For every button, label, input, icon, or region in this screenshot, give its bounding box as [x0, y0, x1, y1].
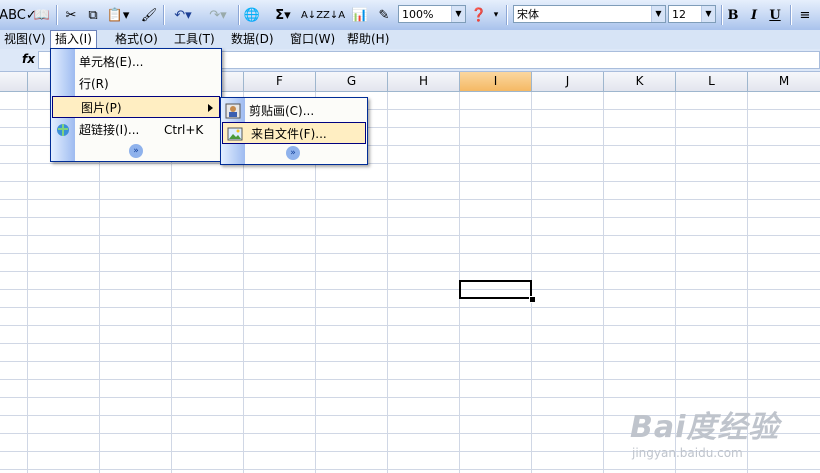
font-size-combo[interactable]: 12 ▼: [668, 5, 716, 23]
menu-item-picture[interactable]: 图片(P): [52, 96, 220, 118]
underline-button[interactable]: U: [766, 5, 784, 25]
chevron-down-icon[interactable]: ▼: [451, 6, 465, 22]
standard-toolbar: ABC✓ 📖 ✂ ⧉ 📋▾ 🖌 ↶▾ ↷▾ 🌐 Σ ▾ A↓Z Z↓A 📊 ✎ 1…: [0, 0, 820, 31]
select-all-corner[interactable]: [0, 72, 28, 91]
menu-tools[interactable]: 工具(T): [170, 31, 219, 48]
menu-format[interactable]: 格式(O): [111, 31, 162, 48]
menu-item-cells[interactable]: 单元格(E)...: [51, 51, 221, 73]
sort-ascending-icon[interactable]: A↓Z: [301, 5, 323, 25]
chevron-down-icon[interactable]: ▼: [701, 6, 715, 22]
menu-item-rows[interactable]: 行(R): [51, 73, 221, 95]
shortcut-label: Ctrl+K: [164, 123, 204, 137]
column-header-k[interactable]: K: [604, 72, 676, 91]
bold-button[interactable]: B: [724, 5, 742, 25]
menu-data[interactable]: 数据(D): [227, 31, 278, 48]
hyperlink-globe-icon: [55, 122, 71, 138]
align-left-icon[interactable]: ≡: [796, 5, 814, 25]
column-header-i[interactable]: I: [460, 72, 532, 91]
picture-submenu: 剪贴画(C)... 来自文件(F)... »: [220, 97, 368, 165]
menu-insert[interactable]: 插入(I): [50, 30, 97, 49]
menu-item-hyperlink[interactable]: 超链接(I)... Ctrl+K: [51, 119, 221, 141]
watermark-logo: Bai度经验 jingyan.baidu.com: [630, 410, 780, 460]
cut-icon[interactable]: ✂: [62, 5, 80, 25]
drawing-icon[interactable]: ✎: [374, 5, 394, 25]
research-icon[interactable]: 📖: [32, 5, 52, 25]
column-header-g[interactable]: G: [316, 72, 388, 91]
menu-bar: 视图(V) 插入(I) 格式(O) 工具(T) 数据(D) 窗口(W) 帮助(H…: [0, 30, 820, 49]
hyperlink-icon[interactable]: 🌐: [243, 5, 261, 25]
spelling-icon[interactable]: ABC✓: [0, 5, 37, 25]
font-size-value: 12: [672, 8, 686, 21]
active-cell[interactable]: [459, 280, 532, 299]
font-name-value: 宋体: [517, 8, 539, 21]
zoom-value: 100%: [402, 8, 434, 21]
column-header-m[interactable]: M: [748, 72, 820, 91]
fx-icon[interactable]: fx: [22, 52, 35, 66]
menu-view[interactable]: 视图(V): [0, 31, 50, 48]
font-name-combo[interactable]: 宋体 ▼: [513, 5, 666, 23]
chevron-down-icon[interactable]: ▼: [651, 6, 665, 22]
menu-help[interactable]: 帮助(H): [343, 31, 393, 48]
zoom-combo[interactable]: 100% ▼: [398, 5, 466, 23]
menu-window[interactable]: 窗口(W): [286, 31, 339, 48]
redo-icon[interactable]: ↷▾: [203, 5, 233, 25]
column-header-h[interactable]: H: [388, 72, 460, 91]
autosum-icon[interactable]: Σ ▾: [268, 5, 298, 25]
menu-item-clip-art[interactable]: 剪贴画(C)...: [221, 100, 367, 122]
column-header-l[interactable]: L: [676, 72, 748, 91]
clip-art-icon: [225, 103, 241, 119]
insert-menu: 单元格(E)... 行(R) 图片(P) 超链接(I)... Ctrl+K »: [50, 48, 222, 162]
format-painter-icon[interactable]: 🖌: [140, 5, 158, 25]
undo-icon[interactable]: ↶▾: [168, 5, 198, 25]
toolbar-options-icon[interactable]: ▾: [490, 5, 502, 25]
copy-icon[interactable]: ⧉: [84, 5, 102, 25]
fill-handle[interactable]: [529, 296, 536, 303]
expand-menu-icon[interactable]: »: [129, 144, 143, 158]
chart-wizard-icon[interactable]: 📊: [350, 5, 370, 25]
help-icon[interactable]: ❓: [470, 5, 488, 25]
column-header-j[interactable]: J: [532, 72, 604, 91]
menu-item-from-file[interactable]: 来自文件(F)...: [222, 122, 366, 144]
submenu-arrow-icon: [208, 104, 213, 112]
expand-menu-icon[interactable]: »: [286, 146, 300, 160]
italic-button[interactable]: I: [745, 5, 763, 25]
sort-descending-icon[interactable]: Z↓A: [323, 5, 345, 25]
picture-file-icon: [227, 126, 243, 142]
column-header-f[interactable]: F: [244, 72, 316, 91]
paste-icon[interactable]: 📋▾: [106, 5, 130, 25]
